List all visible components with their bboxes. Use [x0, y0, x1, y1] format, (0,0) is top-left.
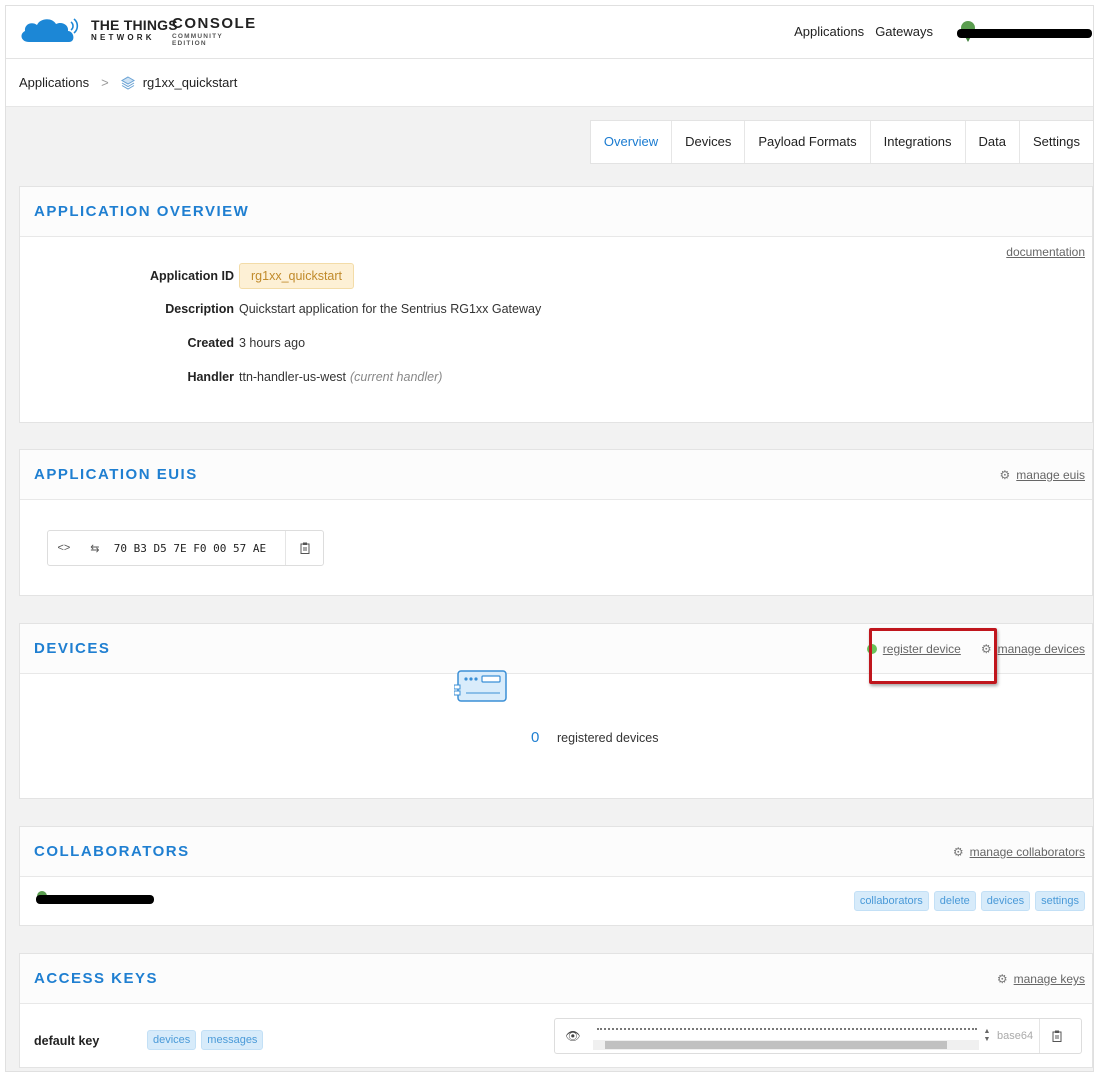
eui-field: <> ⇆ 70 B3 D5 7E F0 00 57 AE — [47, 530, 324, 566]
documentation-link[interactable]: documentation — [1006, 245, 1085, 259]
gear-icon: ⚙ — [952, 845, 964, 859]
eui-value[interactable]: 70 B3 D5 7E F0 00 57 AE — [110, 542, 285, 555]
right-tag: messages — [201, 1030, 264, 1050]
right-tag: delete — [933, 891, 976, 911]
devices-header: DEVICES register device ⚙ manage devices — [20, 624, 1092, 684]
redacted-avatar-icon — [957, 21, 1092, 42]
manage-collaborators-link[interactable]: ⚙ manage collaborators — [953, 845, 1085, 859]
horizontal-scrollbar[interactable] — [593, 1040, 979, 1050]
app-tabs: Overview Devices Payload Formats Integra… — [589, 120, 1093, 164]
handler-label: Handler — [187, 370, 234, 384]
euis-header: APPLICATION EUIS ⚙ manage euis — [20, 450, 1092, 500]
device-count: 0 — [531, 729, 540, 746]
nav-applications[interactable]: Applications — [794, 24, 864, 39]
overview-card: APPLICATION OVERVIEW documentation Appli… — [19, 186, 1093, 423]
show-key-eye-icon[interactable]: 👁 — [555, 1029, 591, 1043]
breadcrumb-separator: > — [101, 75, 109, 90]
console-wordmark: CONSOLE COMMUNITY EDITION — [172, 16, 257, 47]
gear-icon: ⚙ — [996, 972, 1008, 986]
redacted-collaborator-icon — [36, 891, 154, 904]
layers-icon — [120, 75, 135, 90]
scrollbar-thumb[interactable] — [605, 1041, 947, 1049]
code-toggle-icon[interactable]: <> — [48, 531, 80, 565]
handler-value: ttn-handler-us-west — [239, 370, 346, 384]
app-id-row: Application ID rg1xx_quickstart — [20, 263, 355, 289]
manage-devices-link[interactable]: manage devices — [998, 642, 1085, 656]
overview-title: APPLICATION OVERVIEW — [34, 203, 250, 220]
tab-data[interactable]: Data — [964, 121, 1019, 163]
cloud-logo-icon — [21, 18, 79, 42]
app-id-label: Application ID — [149, 269, 234, 283]
manage-euis-link[interactable]: ⚙ manage euis — [1000, 468, 1085, 482]
nav-gateways[interactable]: Gateways — [875, 24, 933, 39]
collaborators-header: COLLABORATORS ⚙ manage collaborators — [20, 827, 1092, 877]
access-key-field: 👁 ▲ ▼ base64 — [554, 1018, 1082, 1054]
right-tag: settings — [1035, 891, 1085, 911]
created-value: 3 hours ago — [239, 336, 306, 350]
tab-settings[interactable]: Settings — [1019, 121, 1093, 163]
register-device-highlight — [869, 628, 997, 684]
tab-payload-formats[interactable]: Payload Formats — [744, 121, 869, 163]
created-row: Created 3 hours ago — [20, 336, 305, 350]
collaborators-card: COLLABORATORS ⚙ manage collaborators col… — [19, 826, 1093, 926]
logo-wordmark: THE THINGS NETWORK — [91, 18, 178, 42]
euis-card: APPLICATION EUIS ⚙ manage euis <> ⇆ 70 B… — [19, 449, 1093, 596]
description-label: Description — [165, 302, 234, 316]
user-menu[interactable] — [957, 20, 1092, 42]
devices-title: DEVICES — [34, 640, 111, 657]
encoding-spinner-icon[interactable]: ▲ ▼ — [981, 1028, 993, 1044]
manage-keys-label: manage keys — [1013, 972, 1085, 986]
right-tag: collaborators — [853, 891, 929, 911]
key-value-masked[interactable] — [591, 1019, 981, 1053]
device-board-icon — [454, 670, 507, 702]
gear-icon: ⚙ — [999, 468, 1011, 482]
top-nav: Applications Gateways — [794, 24, 933, 39]
logo-line2: NETWORK — [91, 33, 155, 42]
top-header: THE THINGS NETWORK CONSOLE COMMUNITY EDI… — [6, 6, 1093, 59]
key-name: default key — [34, 1034, 100, 1048]
key-rights: devices messages — [147, 1030, 264, 1050]
overview-header: APPLICATION OVERVIEW — [20, 187, 1092, 237]
console-title: CONSOLE — [172, 15, 257, 32]
logo-line1: THE THINGS — [91, 17, 178, 33]
devices-card: DEVICES register device ⚙ manage devices… — [19, 623, 1093, 799]
key-encoding[interactable]: base64 — [993, 1030, 1039, 1042]
created-label: Created — [187, 336, 234, 350]
euis-title: APPLICATION EUIS — [34, 466, 198, 483]
right-tag: devices — [980, 891, 1031, 911]
swap-byte-order-icon[interactable]: ⇆ — [80, 531, 110, 565]
tab-overview[interactable]: Overview — [591, 121, 671, 163]
console-edition: COMMUNITY EDITION — [172, 33, 223, 47]
masked-dots — [597, 1028, 977, 1030]
tab-integrations[interactable]: Integrations — [869, 121, 965, 163]
description-value: Quickstart application for the Sentrius … — [239, 302, 542, 316]
ttn-logo[interactable]: THE THINGS NETWORK CONSOLE COMMUNITY EDI… — [19, 16, 255, 46]
access-keys-header: ACCESS KEYS ⚙ manage keys — [20, 954, 1092, 1004]
manage-collaborators-label: manage collaborators — [969, 845, 1085, 859]
collaborator-rights: collaborators delete devices settings — [853, 891, 1085, 911]
handler-row: Handler ttn-handler-us-west (current han… — [20, 370, 442, 384]
right-tag: devices — [147, 1030, 197, 1050]
description-row: Description Quickstart application for t… — [20, 302, 541, 316]
device-count-label: registered devices — [557, 731, 659, 745]
manage-keys-link[interactable]: ⚙ manage keys — [997, 972, 1085, 986]
handler-note: (current handler) — [350, 370, 443, 384]
collaborators-title: COLLABORATORS — [34, 843, 190, 860]
breadcrumb-current[interactable]: rg1xx_quickstart — [143, 75, 238, 90]
manage-euis-label: manage euis — [1016, 468, 1085, 482]
tab-devices[interactable]: Devices — [671, 121, 744, 163]
access-keys-title: ACCESS KEYS — [34, 970, 159, 987]
copy-clipboard-icon[interactable] — [1039, 1019, 1073, 1053]
console-window: THE THINGS NETWORK CONSOLE COMMUNITY EDI… — [5, 5, 1094, 1072]
breadcrumb: Applications > rg1xx_quickstart — [6, 59, 1093, 107]
app-id-badge: rg1xx_quickstart — [239, 263, 355, 289]
breadcrumb-applications[interactable]: Applications — [19, 75, 89, 90]
access-keys-card: ACCESS KEYS ⚙ manage keys default key de… — [19, 953, 1093, 1068]
copy-clipboard-icon[interactable] — [285, 531, 323, 565]
